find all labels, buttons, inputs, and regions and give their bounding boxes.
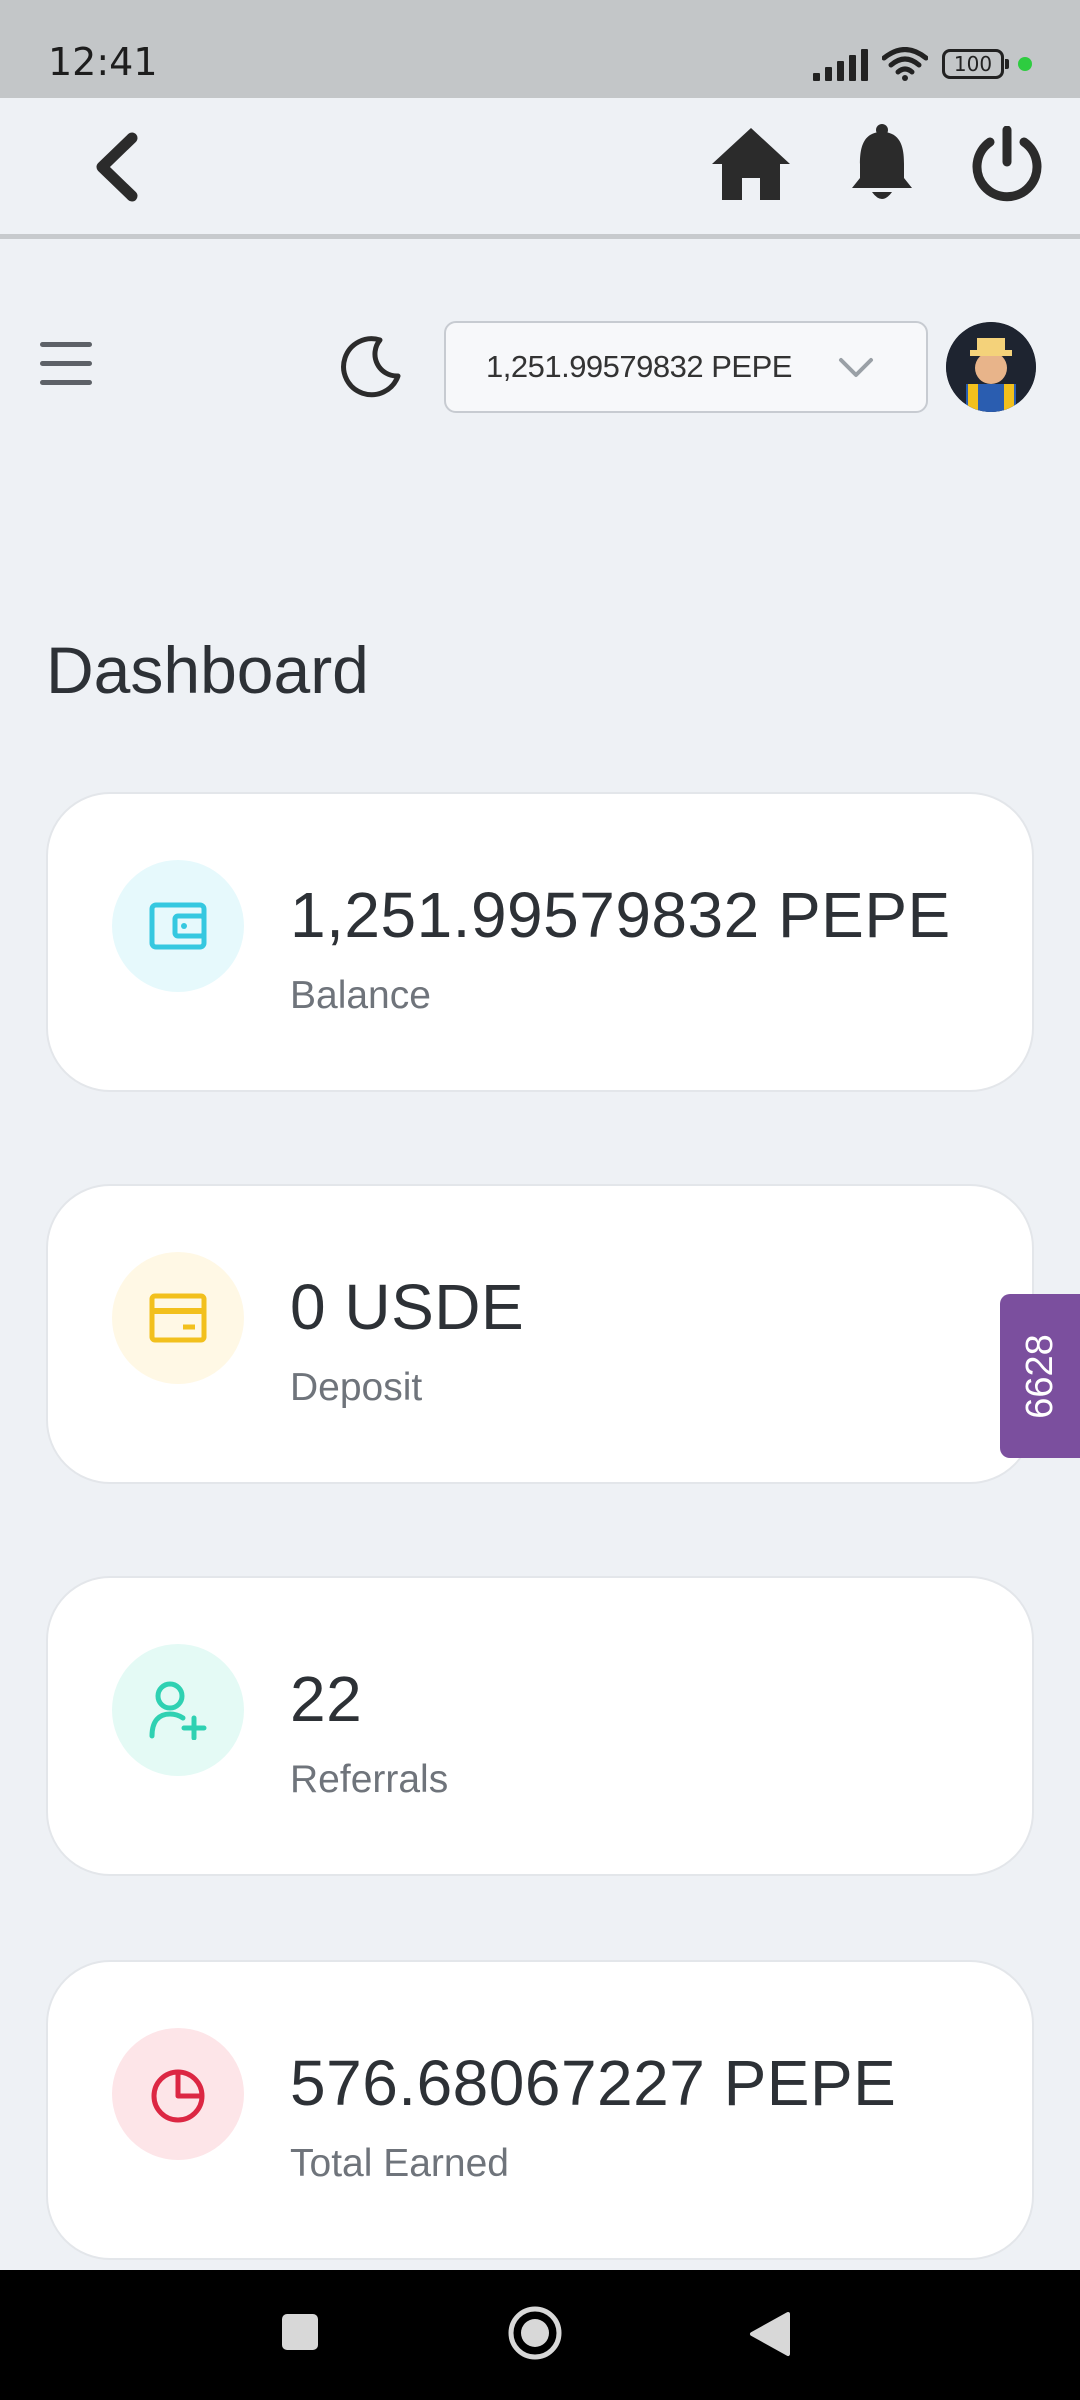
referrals-card[interactable]: 22 Referrals xyxy=(46,1576,1034,1876)
avatar-image xyxy=(946,322,1036,412)
back-triangle-icon[interactable] xyxy=(748,2310,792,2358)
referrals-value: 22 xyxy=(290,1663,363,1735)
page-title: Dashboard xyxy=(46,633,369,707)
deposit-value: 0 USDE xyxy=(290,1271,525,1343)
deposit-icon-circle xyxy=(112,1252,244,1384)
currency-select-value: 1,251.99579832 PEPE xyxy=(486,349,792,384)
status-bar: 12:41 100 xyxy=(0,0,1080,98)
back-arrow-icon[interactable] xyxy=(88,132,144,202)
chevron-down-icon xyxy=(839,358,873,377)
wallet-icon xyxy=(149,902,207,950)
battery-icon: 100 xyxy=(942,49,1009,79)
pie-chart-icon xyxy=(151,2069,205,2123)
card-icon xyxy=(149,1293,207,1343)
status-icons: 100 xyxy=(813,42,1032,86)
side-floating-tab[interactable]: 6628 xyxy=(1000,1294,1080,1458)
privacy-dot-icon xyxy=(1018,57,1032,71)
home-icon[interactable] xyxy=(710,126,792,202)
app-bar xyxy=(0,98,1080,239)
deposit-label: Deposit xyxy=(290,1366,423,1409)
dark-mode-moon-icon[interactable] xyxy=(340,336,402,398)
balance-icon-circle xyxy=(112,860,244,992)
total-earned-value: 576.68067227 PEPE xyxy=(290,2047,897,2119)
user-add-icon xyxy=(149,1681,207,1740)
balance-value: 1,251.99579832 PEPE xyxy=(290,879,951,951)
bell-icon[interactable] xyxy=(848,124,916,204)
side-tab-label: 6628 xyxy=(1018,1333,1061,1419)
deposit-card[interactable]: 0 USDE Deposit xyxy=(46,1184,1034,1484)
currency-select[interactable]: 1,251.99579832 PEPE xyxy=(444,321,928,413)
referrals-label: Referrals xyxy=(290,1758,449,1801)
recents-square-icon[interactable] xyxy=(280,2312,320,2352)
wifi-icon xyxy=(882,47,928,81)
total-earned-card[interactable]: 576.68067227 PEPE Total Earned xyxy=(46,1960,1034,2260)
system-navigation-bar xyxy=(0,2270,1080,2400)
total-earned-label: Total Earned xyxy=(290,2142,509,2185)
referrals-icon-circle xyxy=(112,1644,244,1776)
total-earned-icon-circle xyxy=(112,2028,244,2160)
status-time: 12:41 xyxy=(48,40,158,84)
power-icon[interactable] xyxy=(970,126,1044,202)
balance-card[interactable]: 1,251.99579832 PEPE Balance xyxy=(46,792,1034,1092)
balance-label: Balance xyxy=(290,974,431,1017)
avatar[interactable] xyxy=(946,322,1036,412)
home-circle-icon[interactable] xyxy=(506,2304,564,2362)
hamburger-menu-icon[interactable] xyxy=(40,342,92,390)
signal-icon xyxy=(813,47,868,81)
